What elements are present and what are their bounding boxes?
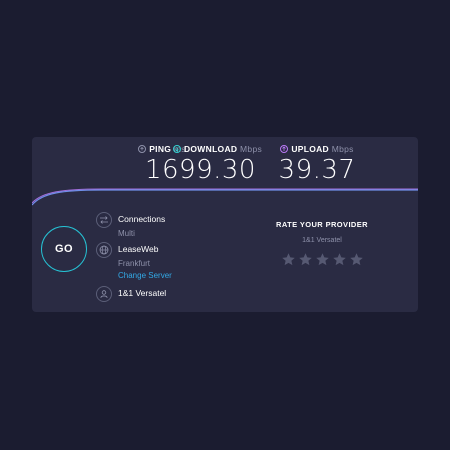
ping-icon	[138, 145, 147, 153]
star-1-icon[interactable]	[281, 252, 296, 267]
go-button[interactable]: GO	[41, 226, 87, 272]
upload-arrow-icon	[280, 145, 289, 153]
server-location: Frankfurt	[118, 259, 151, 268]
connections-title: Connections	[118, 214, 166, 224]
star-rating	[270, 252, 374, 267]
download-unit: Mbps	[240, 144, 263, 154]
server-host: LeaseWeb	[118, 244, 159, 254]
rate-provider-title: RATE YOUR PROVIDER	[276, 220, 368, 229]
upload-label: UPLOAD	[291, 144, 330, 154]
upload-metric: UPLOAD Mbps 39.37	[277, 144, 357, 185]
connections-arrows-icon	[96, 212, 112, 228]
star-5-icon[interactable]	[349, 252, 364, 267]
star-4-icon[interactable]	[332, 252, 347, 267]
download-metric: DOWNLOAD Mbps 99.30	[170, 144, 265, 185]
speedtest-result-card: PING ms 16 DOWNLOAD Mbps 99.30 UPLOAD Mb…	[32, 137, 418, 312]
connections-mode[interactable]: Multi	[118, 229, 165, 238]
metrics-header: PING ms 16 DOWNLOAD Mbps 99.30 UPLOAD Mb…	[32, 137, 418, 185]
download-label: DOWNLOAD	[183, 144, 238, 154]
download-speed-line	[32, 189, 418, 206]
isp-name: 1&1 Versatel	[118, 288, 167, 298]
speed-graph	[32, 188, 418, 206]
ping-label: PING	[149, 144, 172, 154]
upload-unit: Mbps	[331, 144, 354, 154]
upload-speed-line	[32, 188, 418, 204]
rate-provider-name: 1&1 Versatel	[302, 237, 342, 244]
star-3-icon[interactable]	[315, 252, 330, 267]
download-arrow-icon	[172, 145, 181, 153]
star-2-icon[interactable]	[298, 252, 313, 267]
user-icon	[96, 286, 112, 302]
globe-icon	[96, 242, 112, 258]
rate-provider-panel: RATE YOUR PROVIDER 1&1 Versatel	[270, 220, 374, 267]
change-server-link[interactable]: Change Server	[118, 271, 172, 280]
